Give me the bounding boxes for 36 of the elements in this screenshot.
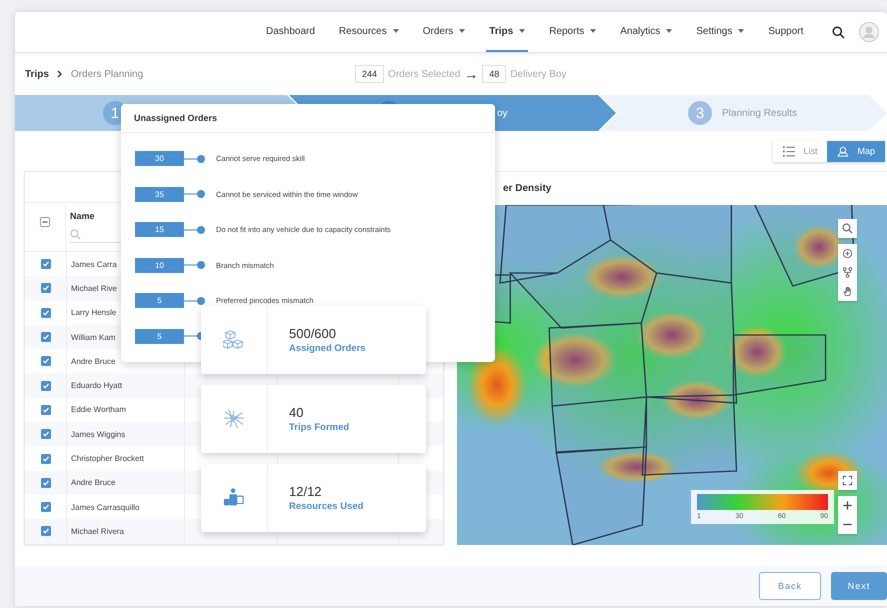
resources-label: Delivery Boy [510, 68, 566, 80]
orders-label: Orders Selected [388, 68, 460, 80]
resources-count: 48 [482, 65, 506, 83]
count-badge: 10 [135, 258, 184, 272]
breadcrumb-current: Orders Planning [70, 68, 144, 80]
table-cell: James Wiggins [71, 430, 126, 439]
table-cell: Michael Rivera [71, 526, 124, 536]
column-header: Name [70, 211, 95, 221]
count-badge: 5 [135, 293, 184, 308]
orders-count: 244 [355, 65, 384, 83]
count-badge: 35 [135, 186, 184, 202]
count-badge: 30 [135, 151, 184, 166]
arrow-glyph: → [464, 67, 478, 81]
stat-label: Trips Formed [289, 422, 350, 433]
table-cell: Eduardo Hyatt [71, 381, 122, 390]
table-cell: James Carrasquillo [71, 502, 140, 512]
stat-label: Assigned Orders [289, 343, 366, 354]
table-cell: Christopher Brockett [71, 454, 144, 464]
step-number-circle: 3 [688, 101, 712, 125]
step-label: Planning Results [722, 108, 798, 118]
stat-value: 40 [289, 405, 304, 420]
count-badge: 5 [135, 328, 184, 344]
table-cell: Eddie Wortham [71, 405, 126, 414]
table-cell: Andre Bruce [71, 478, 116, 488]
popup-title: Unassigned Orders [121, 104, 495, 133]
table-cell: Larry Hensle [71, 308, 116, 318]
table-cell: James Carra [71, 260, 117, 269]
table-cell: William Kam [71, 332, 116, 342]
table-cell: Andre Bruce [71, 356, 116, 366]
count-badge: 15 [135, 222, 184, 237]
stat-value: 12/12 [289, 484, 323, 499]
map-title: er Density [502, 182, 552, 196]
stat-value: 500/600 [289, 326, 337, 341]
stat-label: Resources Used [289, 501, 364, 512]
table-cell: Michael Rive [71, 284, 117, 293]
step-label: oy [497, 108, 508, 118]
